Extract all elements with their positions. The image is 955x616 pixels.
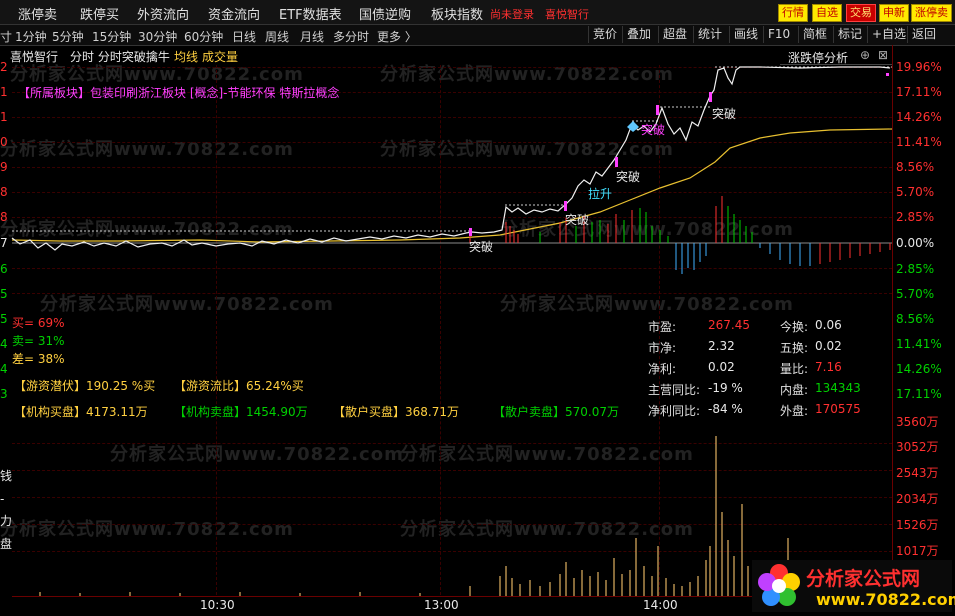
pb-label: 市净: [648, 341, 677, 355]
left-axis-label: 4 [0, 362, 8, 376]
outer-value: 170575 [815, 402, 861, 416]
left-axis-label: 5 [0, 287, 8, 301]
retail-buy: 【散户买盘】368.71万 [333, 405, 459, 419]
diamond-icon [627, 121, 639, 132]
flower-logo-icon [758, 564, 800, 606]
logo-url: www.70822.com [816, 590, 955, 609]
left-axis-label: 8 [0, 210, 8, 224]
rev-yoy-label: 主营同比: [648, 383, 701, 397]
axis-label-pct: 0.00% [896, 236, 935, 250]
left-axis-label: 2 [0, 60, 8, 74]
left-axis-label: 7 [0, 236, 8, 250]
breakout-marker [469, 228, 472, 236]
axis-label-pct: 8.56% [896, 160, 935, 174]
inner-label: 内盘: [780, 383, 809, 397]
signal-label: 突破 [565, 213, 590, 227]
time-label: 13:00 [424, 598, 459, 612]
retail-sell: 【散户卖盘】570.07万 [493, 405, 619, 419]
axis-label-pct: 17.11% [896, 85, 942, 99]
vol-axis-label: 2034万 [896, 492, 939, 506]
inner-value: 134343 [815, 381, 861, 395]
buy-ratio: 买= 69% [12, 316, 65, 330]
turnover5-label: 五换: [780, 341, 809, 355]
breakout-marker [709, 92, 712, 102]
axis-label-pct: 19.96% [896, 60, 942, 74]
logo-name: 分析家公式网 [806, 568, 921, 590]
profit-yoy-label: 净利同比: [648, 404, 701, 418]
turnover5-value: 0.02 [815, 339, 842, 353]
vol-left-glyph: 盘 [0, 537, 13, 551]
left-axis-label: 4 [0, 337, 8, 351]
axis-label-pct: 5.70% [896, 287, 935, 301]
left-axis-label: 5 [0, 312, 8, 326]
left-axis-label: 9 [0, 160, 8, 174]
profit-label: 净利: [648, 362, 677, 376]
diff-ratio: 差= 38% [12, 352, 65, 366]
turnover-label: 今换: [780, 320, 809, 334]
vol-axis-label: 1526万 [896, 518, 939, 532]
signal-label: 拉升 [588, 187, 613, 201]
vol-axis-label: 3560万 [896, 415, 939, 429]
profit-value: 0.02 [708, 360, 735, 374]
site-logo: 分析家公式网 www.70822.com [752, 560, 955, 612]
end-marker [886, 73, 889, 76]
volratio-value: 7.16 [815, 360, 842, 374]
left-axis-label: 1 [0, 85, 8, 99]
left-axis-label: 1 [0, 110, 8, 124]
axis-label-pct: 11.41% [896, 135, 942, 149]
time-label: 14:00 [643, 598, 678, 612]
breakout-marker [615, 157, 618, 167]
volume-bars [39, 436, 821, 596]
pe-label: 市盈: [648, 320, 677, 334]
inst-sell: 【机构卖盘】1454.90万 [174, 405, 308, 419]
vol-axis-label: 2543万 [896, 466, 939, 480]
hot-money-latent: 【游资潜伏】190.25 %买 [14, 379, 156, 393]
axis-label-pct: 5.70% [896, 185, 935, 199]
sector-info: 【所属板块】包装印刷浙江板块 [概念]-节能环保 特斯拉概念 [18, 86, 340, 100]
axis-label-pct: 14.26% [896, 110, 942, 124]
inst-buy: 【机构买盘】4173.11万 [14, 405, 148, 419]
vol-left-glyph: 钱 [0, 469, 13, 483]
profit-yoy-value: -84 % [708, 402, 743, 416]
signal-label: 突破 [712, 107, 737, 121]
pb-value: 2.32 [708, 339, 735, 353]
vol-left-glyph: - [0, 492, 5, 506]
outer-label: 外盘: [780, 404, 809, 418]
signal-label: 突破 [641, 123, 666, 137]
breakout-marker [564, 201, 567, 211]
axis-label-pct: 2.85% [896, 210, 935, 224]
axis-label-pct: 11.41% [896, 337, 942, 351]
sell-ratio: 卖= 31% [12, 334, 65, 348]
vol-left-glyph: 力 [0, 514, 13, 528]
signal-label: 突破 [616, 170, 641, 184]
signal-label: 突破 [469, 240, 494, 254]
axis-label-pct: 8.56% [896, 312, 935, 326]
hot-money-ratio: 【游资流比】65.24%买 [174, 379, 304, 393]
momentum-bars [469, 196, 891, 274]
volratio-label: 量比: [780, 362, 809, 376]
turnover-value: 0.06 [815, 318, 842, 332]
pe-value: 267.45 [708, 318, 750, 332]
time-label: 10:30 [200, 598, 235, 612]
vol-axis-label: 1017万 [896, 544, 939, 558]
avg-price-line [11, 128, 893, 243]
breakout-marker [656, 105, 659, 115]
vol-axis-label: 3052万 [896, 440, 939, 454]
left-axis-label: 3 [0, 387, 8, 401]
axis-label-pct: 14.26% [896, 362, 942, 376]
left-axis-label: 0 [0, 135, 8, 149]
rev-yoy-value: -19 % [708, 381, 743, 395]
axis-label-pct: 17.11% [896, 387, 942, 401]
axis-label-pct: 2.85% [896, 262, 935, 276]
left-axis-label: 6 [0, 262, 8, 276]
left-axis-label: 8 [0, 185, 8, 199]
